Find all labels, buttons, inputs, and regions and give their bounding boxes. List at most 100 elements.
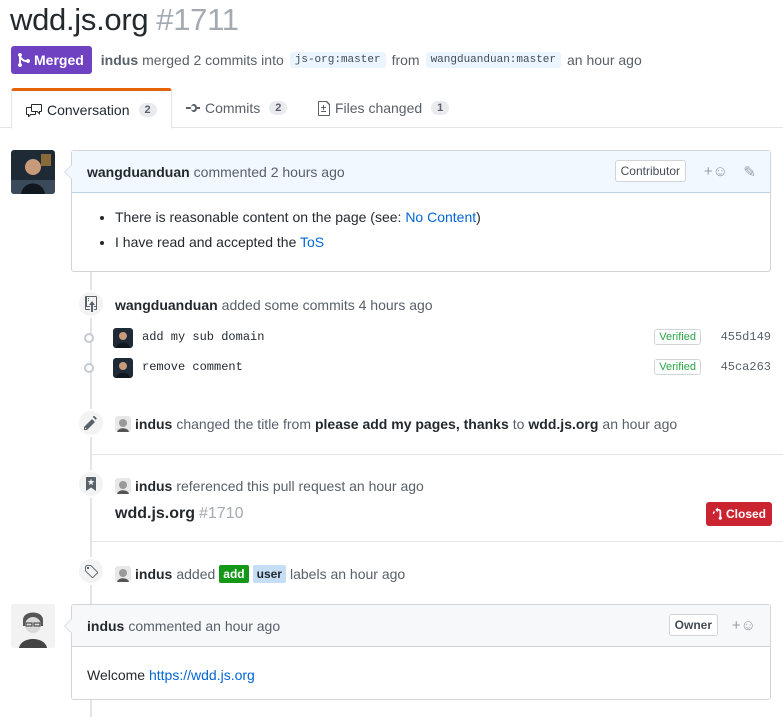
comment-arrow — [64, 164, 72, 180]
old-title: please add my pages, thanks — [314, 416, 509, 432]
comment-action[interactable]: commented 2 hours ago — [194, 164, 345, 180]
timeline-divider — [91, 541, 783, 542]
ref-title-text[interactable]: wdd.js.org — [115, 505, 195, 522]
from-text: from — [391, 52, 420, 68]
tab-files-count: 1 — [431, 101, 450, 115]
commits-event-author[interactable]: wangduanduan — [115, 297, 218, 313]
tab-commits-label: Commits — [205, 100, 261, 116]
tab-conversation-count: 2 — [138, 102, 157, 117]
comment-arrow — [64, 618, 72, 634]
comment-header: wangduanduan commented 2 hours ago Contr… — [72, 151, 770, 193]
tab-commits[interactable]: Commits 2 — [172, 88, 301, 128]
list-item: I have read and accepted the ToS — [115, 230, 755, 255]
tab-files-changed[interactable]: Files changed 1 — [304, 88, 463, 128]
comment-body-text: Welcome — [87, 667, 149, 683]
pr-meta: Merged indus merged 2 commits into js-or… — [11, 46, 642, 74]
add-reaction-icon[interactable]: +☺ — [732, 617, 756, 634]
commit-dot-icon — [84, 363, 94, 373]
pr-closed-icon — [712, 507, 722, 520]
list-item: There is reasonable content on the page … — [115, 205, 755, 230]
commit-avatar[interactable] — [113, 358, 133, 378]
edit-pencil-icon[interactable]: ✎ — [743, 163, 756, 181]
avatar[interactable] — [11, 150, 55, 194]
title-event-action: changed the title from — [176, 416, 311, 432]
merge-time: an hour ago — [567, 52, 642, 68]
wdd-link[interactable]: https://wdd.js.org — [149, 667, 255, 683]
commit-row: remove comment Verified 45ca263 — [80, 355, 783, 381]
list-item-text: There is reasonable content on the page … — [115, 209, 406, 225]
comment-body: There is reasonable content on the page … — [72, 193, 770, 267]
comment-body: Welcome https://wdd.js.org — [72, 647, 770, 695]
to-text: to — [512, 416, 525, 432]
new-title: wdd.js.org — [528, 416, 599, 432]
mini-avatar[interactable] — [115, 566, 131, 582]
comment-author[interactable]: wangduanduan — [87, 164, 190, 180]
label-event-tail: labels an hour ago — [289, 566, 406, 582]
tag-icon — [77, 557, 105, 585]
title-event-text: indus changed the title from please add … — [115, 416, 677, 432]
label-event-text: indus added add user labels an hour ago — [115, 565, 405, 583]
add-reaction-icon[interactable]: +☺ — [704, 163, 728, 180]
merge-icon — [18, 52, 30, 68]
pencil-icon — [77, 409, 105, 437]
label-add[interactable]: add — [219, 565, 249, 583]
merge-author-link[interactable]: indus — [101, 52, 138, 68]
comment-discussion-icon — [26, 103, 42, 117]
tab-conversation-label: Conversation — [47, 101, 130, 118]
ref-event-action: referenced this pull request an hour ago — [176, 478, 424, 494]
base-branch[interactable]: js-org:master — [289, 52, 386, 68]
comment-action[interactable]: commented an hour ago — [128, 618, 280, 634]
merged-label: Merged — [34, 52, 84, 68]
pr-tabs: Conversation 2 Commits 2 Files changed 1 — [0, 88, 783, 129]
avatar[interactable] — [11, 604, 55, 648]
commit-message[interactable]: remove comment — [142, 360, 243, 374]
no-content-link[interactable]: No Content — [405, 209, 476, 225]
list-item-text: I have read and accepted the — [115, 234, 300, 250]
pr-title: wdd.js.org #1711 — [10, 2, 239, 38]
comment-author[interactable]: indus — [87, 618, 124, 634]
closed-badge: Closed — [706, 502, 773, 526]
merge-text: merged 2 commits into — [142, 52, 284, 68]
comment-box: wangduanduan commented 2 hours ago Contr… — [64, 150, 771, 272]
commits-event-action: added some commits 4 hours ago — [221, 297, 433, 313]
verified-badge[interactable]: Verified — [654, 359, 701, 375]
commit-dot-icon — [84, 333, 94, 343]
pr-number: #1711 — [156, 2, 239, 37]
contributor-badge: Contributor — [614, 160, 686, 182]
ref-number[interactable]: #1710 — [199, 505, 244, 522]
title-event-time: an hour ago — [602, 416, 678, 432]
ref-event-text: indus referenced this pull request an ho… — [115, 478, 424, 494]
timeline-divider — [91, 454, 783, 455]
list-item-tail: ) — [476, 209, 481, 225]
ref-event-author[interactable]: indus — [135, 478, 172, 494]
commit-sha[interactable]: 455d149 — [721, 330, 771, 344]
label-event-author[interactable]: indus — [135, 566, 172, 582]
pr-title-text: wdd.js.org — [10, 2, 149, 37]
tab-files-label: Files changed — [335, 100, 423, 116]
head-branch[interactable]: wangduanduan:master — [425, 52, 561, 68]
tos-link[interactable]: ToS — [300, 234, 324, 250]
verified-badge[interactable]: Verified — [654, 329, 701, 345]
git-commit-icon — [186, 104, 200, 112]
mini-avatar[interactable] — [115, 478, 131, 494]
comment-box: indus commented an hour ago Owner +☺ Wel… — [64, 604, 771, 700]
merged-badge: Merged — [11, 46, 92, 74]
label-user[interactable]: user — [252, 565, 286, 583]
closed-label: Closed — [726, 507, 767, 521]
commits-event-text: wangduanduan added some commits 4 hours … — [115, 297, 433, 313]
repo-push-icon — [77, 290, 105, 318]
file-diff-icon — [318, 100, 330, 116]
tab-commits-count: 2 — [269, 101, 288, 115]
commit-row: add my sub domain Verified 455d149 — [80, 325, 783, 351]
comment-header: indus commented an hour ago Owner +☺ — [72, 605, 770, 647]
commit-message[interactable]: add my sub domain — [142, 330, 264, 344]
commit-sha[interactable]: 45ca263 — [721, 360, 771, 374]
mini-avatar[interactable] — [115, 416, 131, 432]
commit-avatar[interactable] — [113, 328, 133, 348]
tab-conversation[interactable]: Conversation 2 — [11, 88, 172, 129]
owner-badge: Owner — [668, 614, 718, 636]
title-event-author[interactable]: indus — [135, 416, 172, 432]
referenced-pr-link[interactable]: wdd.js.org #1710 — [115, 505, 244, 523]
bookmark-icon — [77, 470, 105, 498]
label-event-action: added — [176, 566, 216, 582]
